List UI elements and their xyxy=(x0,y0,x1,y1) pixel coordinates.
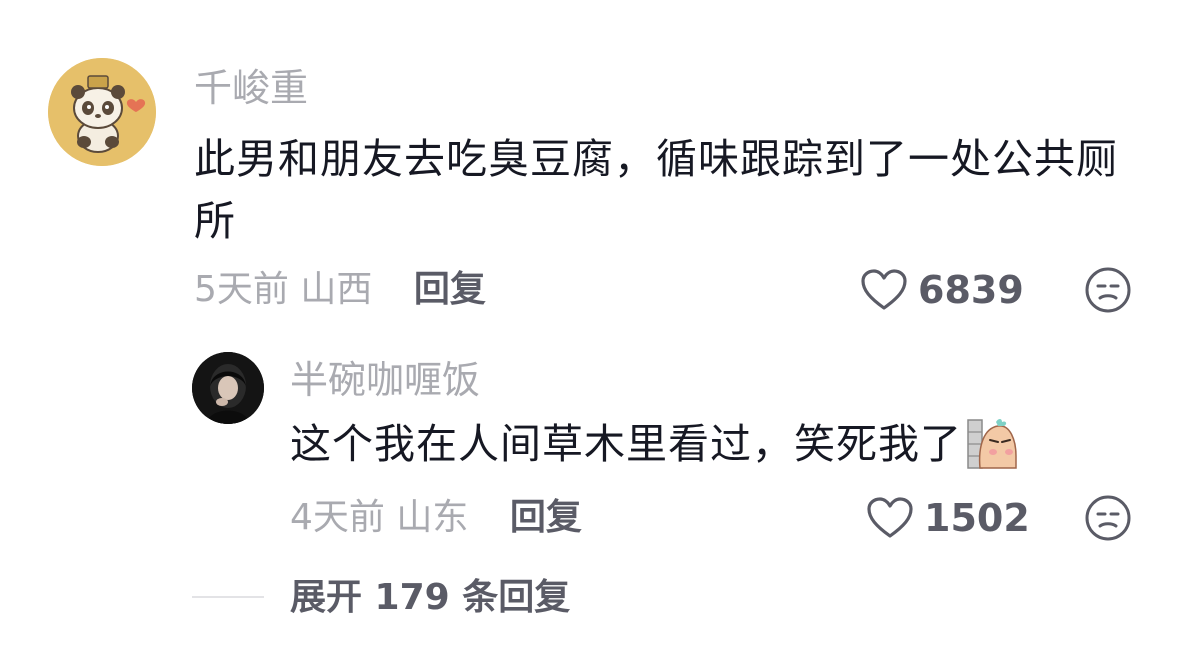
reply-avatar[interactable] xyxy=(192,352,264,424)
heart-icon xyxy=(861,269,907,310)
reply-location: 山东 xyxy=(396,497,469,538)
reply-text-row: 这个我在人间草木里看过，笑死我了 xyxy=(290,414,1018,474)
comment-time: 5天前 xyxy=(194,269,289,310)
reply-button[interactable]: 回复 xyxy=(414,269,486,310)
reply-like-button[interactable]: 1502 xyxy=(866,492,1030,544)
dislike-button[interactable] xyxy=(1084,266,1132,314)
comment-location: 山西 xyxy=(300,269,373,310)
reply-dislike-button[interactable] xyxy=(1084,494,1132,542)
like-button[interactable]: 6839 xyxy=(860,264,1024,316)
reply-username[interactable]: 半碗咖喱饭 xyxy=(290,358,480,402)
avatar[interactable] xyxy=(48,58,156,166)
unamused-face-icon xyxy=(1085,495,1131,541)
reply-text: 这个我在人间草木里看过，笑死我了 xyxy=(290,420,962,468)
reply-time: 4天前 xyxy=(290,497,385,538)
comment-meta: 5天前 山西 回复 xyxy=(194,266,486,314)
comment-username[interactable]: 千峻重 xyxy=(194,66,308,110)
peeking-sticker-icon xyxy=(967,419,1017,469)
comment-text: 此男和朋友去吃臭豆腐，循味跟踪到了一处公共厕所 xyxy=(194,135,1118,245)
panda-avatar-icon xyxy=(48,58,156,166)
heart-icon xyxy=(867,497,913,538)
reply-meta: 4天前 山东 回复 xyxy=(290,494,582,542)
expand-divider xyxy=(192,596,264,598)
reply-like-count: 1502 xyxy=(924,496,1030,540)
reply-reply-button[interactable]: 回复 xyxy=(510,497,582,538)
expand-replies-button[interactable]: 展开 179 条回复 xyxy=(290,574,570,622)
person-avatar-icon xyxy=(192,352,264,424)
unamused-face-icon xyxy=(1085,267,1131,313)
like-count: 6839 xyxy=(918,268,1024,312)
